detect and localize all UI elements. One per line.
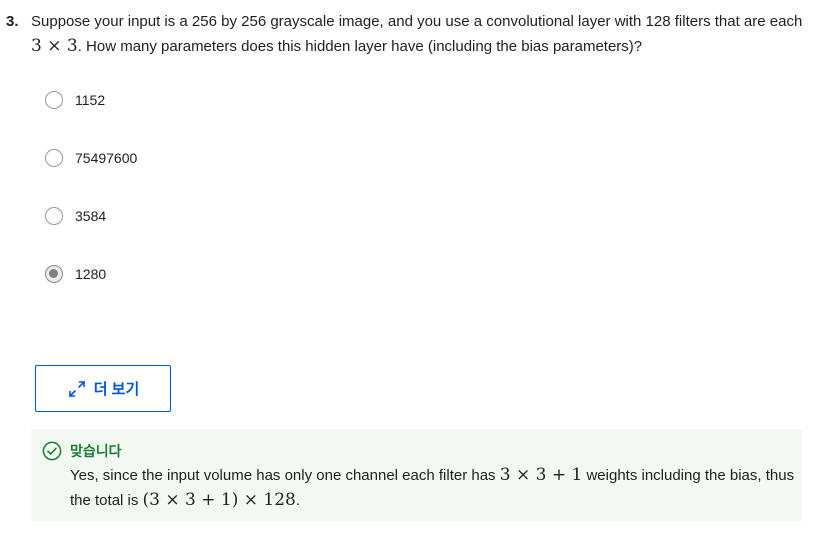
radio-button[interactable] — [45, 207, 63, 225]
feedback-explanation: Yes, since the input volume has only one… — [70, 463, 795, 513]
option-1152[interactable]: 1152 — [45, 89, 105, 111]
question-text-part2: . How many parameters does this hidden l… — [77, 38, 643, 55]
question-text-part1: Suppose your input is a 256 by 256 grays… — [31, 13, 803, 30]
question-text: 3. Suppose your input is a 256 by 256 gra… — [6, 10, 806, 59]
question-math-size: 3 × 3 — [31, 36, 78, 56]
radio-button[interactable] — [45, 149, 63, 167]
feedback-math-total: (3 × 3 + 1) × 128 — [142, 490, 296, 510]
question-number: 3. — [6, 13, 19, 30]
option-1280[interactable]: 1280 — [45, 263, 106, 285]
option-3584[interactable]: 3584 — [45, 205, 106, 227]
more-button-label: 더 보기 — [93, 381, 140, 398]
expand-arrows-icon — [68, 380, 85, 397]
feedback-text-part1: Yes, since the input volume has only one… — [70, 467, 500, 484]
check-circle-icon — [42, 441, 62, 461]
option-label: 3584 — [75, 208, 107, 224]
feedback-text-part3: . — [295, 492, 301, 509]
option-label: 1152 — [75, 92, 106, 108]
option-label: 1280 — [75, 266, 107, 282]
feedback-status: 맞습니다 — [70, 443, 122, 459]
radio-button[interactable] — [45, 91, 63, 109]
option-label: 75497600 — [75, 150, 138, 166]
radio-button-selected[interactable] — [45, 265, 63, 283]
feedback-math-weights: 3 × 3 + 1 — [499, 465, 583, 485]
more-button[interactable]: 더 보기 — [35, 365, 171, 412]
feedback-panel: 맞습니다 Yes, since the input volume has onl… — [31, 429, 802, 521]
option-75497600[interactable]: 75497600 — [45, 147, 137, 169]
